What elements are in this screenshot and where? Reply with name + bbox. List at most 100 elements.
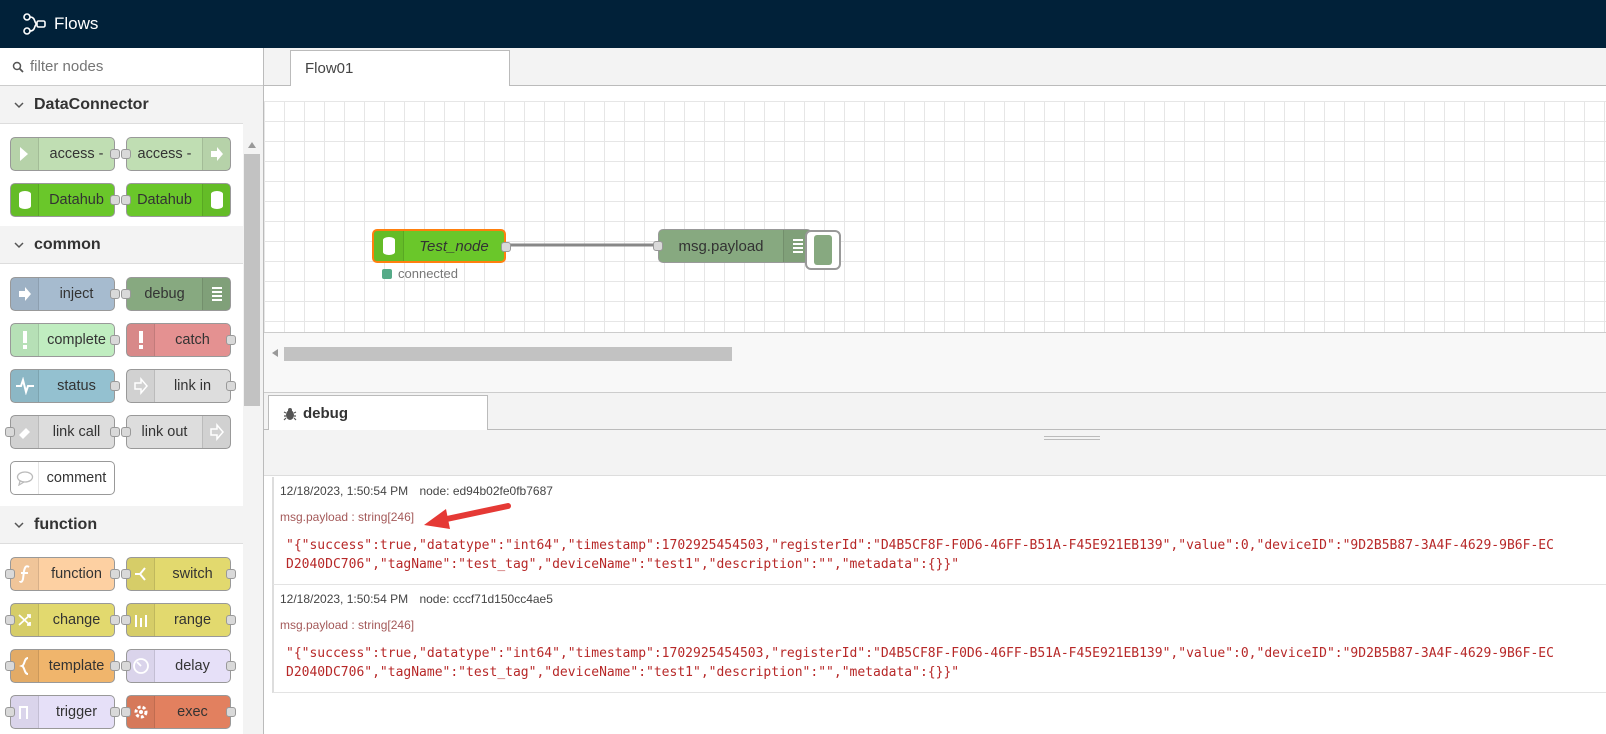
palette-node-range[interactable]: range [121,603,236,637]
database-icon [11,184,39,216]
gear-icon [127,696,155,728]
output-port[interactable] [110,195,120,205]
input-port[interactable] [121,289,131,299]
palette-node-status[interactable]: status [10,369,120,403]
input-port[interactable] [121,195,131,205]
node-status: connected [382,266,458,281]
message-node-link[interactable]: node: ed94b02fe0fb7687 [419,484,552,498]
category-common[interactable]: common [0,226,243,264]
flow-canvas[interactable]: Test_node connected msg.payload [264,86,1606,332]
filter-nodes-input[interactable] [30,58,250,75]
scroll-up-arrow-icon[interactable] [248,142,256,148]
output-port[interactable] [226,335,236,345]
flow-wire[interactable] [264,86,864,332]
output-port[interactable] [226,707,236,717]
output-port[interactable] [110,289,120,299]
input-port[interactable] [5,661,15,671]
database-icon [202,184,230,216]
output-port[interactable] [110,661,120,671]
chevron-down-icon [14,241,24,248]
message-value[interactable]: "{"success":true,"datatype":"int64","tim… [286,644,1556,682]
palette-node-link-call[interactable]: link call [5,415,120,449]
palette-node-delay[interactable]: delay [121,649,236,683]
palette-node-complete[interactable]: complete [10,323,120,357]
category-function[interactable]: function [0,506,243,544]
tab-flow01[interactable]: Flow01 [290,50,510,87]
input-port[interactable] [5,427,15,437]
palette-node-datahub-in[interactable]: Datahub [10,183,120,217]
palette-node-inject[interactable]: inject [10,277,120,311]
list-icon [202,278,230,310]
output-port[interactable] [110,335,120,345]
status-indicator-icon [382,268,392,279]
range-icon [127,604,155,636]
message-node-link[interactable]: node: cccf71d150cc4ae5 [419,592,552,606]
palette-node-change[interactable]: change [5,603,120,637]
input-port[interactable] [121,615,131,625]
input-port[interactable] [121,707,131,717]
flow-node-label: msg.payload [678,237,764,255]
input-port[interactable] [121,427,131,437]
debug-toolbar [264,430,1606,476]
bug-icon [283,407,297,420]
function-icon [11,558,39,590]
message-value[interactable]: "{"success":true,"datatype":"int64","tim… [286,536,1556,574]
palette-scrollbar-thumb[interactable] [244,154,260,406]
resize-grip[interactable] [1044,436,1100,440]
output-port[interactable] [501,242,511,252]
shuffle-icon [11,604,39,636]
exclamation-icon [127,324,155,356]
flow-node-test-node[interactable]: Test_node [372,229,511,263]
debug-toggle-button[interactable] [805,230,841,270]
canvas-scrollbar[interactable] [264,332,1606,392]
input-port[interactable] [121,149,131,159]
app: Flows DataConnector access - access - [0,0,1606,734]
palette-node-access-out[interactable]: access - [121,137,231,171]
palette-node-datahub-out[interactable]: Datahub [121,183,231,217]
palette-node-link-in[interactable]: link in [126,369,236,403]
input-port[interactable] [5,569,15,579]
palette-node-debug[interactable]: debug [121,277,231,311]
category-label: DataConnector [34,95,149,113]
palette-node-exec[interactable]: exec [121,695,236,729]
output-port[interactable] [226,569,236,579]
output-port[interactable] [110,569,120,579]
palette-node-access-in[interactable]: access - [10,137,120,171]
app-title: Flows [54,14,99,33]
debug-message[interactable]: 12/18/2023, 1:50:54 PM node: cccf71d150c… [272,585,1606,693]
flow-node-debug[interactable]: msg.payload [653,229,812,263]
palette-node-trigger[interactable]: trigger [5,695,120,729]
tab-debug[interactable]: debug [268,395,488,431]
palette-scrollbar[interactable] [243,138,262,734]
output-port[interactable] [110,615,120,625]
palette-node-comment[interactable]: comment [10,461,115,495]
message-timestamp: 12/18/2023, 1:50:54 PM [280,592,409,606]
category-dataconnector[interactable]: DataConnector [0,86,243,124]
input-port[interactable] [5,615,15,625]
output-port[interactable] [110,149,120,159]
output-port[interactable] [110,707,120,717]
search-icon [12,61,24,73]
scroll-left-arrow-icon[interactable] [272,349,278,357]
input-port[interactable] [121,661,131,671]
output-port[interactable] [110,427,120,437]
timer-icon [127,650,155,682]
output-port[interactable] [226,661,236,671]
workspace-tabs: Flow01 [264,48,1606,87]
output-port[interactable] [226,381,236,391]
category-common-nodes: inject debug complete catch status link … [0,264,243,506]
input-port[interactable] [653,241,663,251]
palette-node-function[interactable]: function [5,557,120,591]
canvas-scrollbar-thumb[interactable] [284,347,732,361]
input-port[interactable] [121,569,131,579]
message-type[interactable]: msg.payload : string[246] [280,618,1606,632]
output-port[interactable] [226,615,236,625]
palette-node-template[interactable]: template [5,649,120,683]
output-port[interactable] [110,381,120,391]
category-function-nodes: function switch change range template de… [0,544,243,734]
input-port[interactable] [5,707,15,717]
palette-node-link-out[interactable]: link out [121,415,231,449]
inject-arrow-icon [11,278,39,310]
palette-node-catch[interactable]: catch [126,323,236,357]
palette-node-switch[interactable]: switch [121,557,236,591]
